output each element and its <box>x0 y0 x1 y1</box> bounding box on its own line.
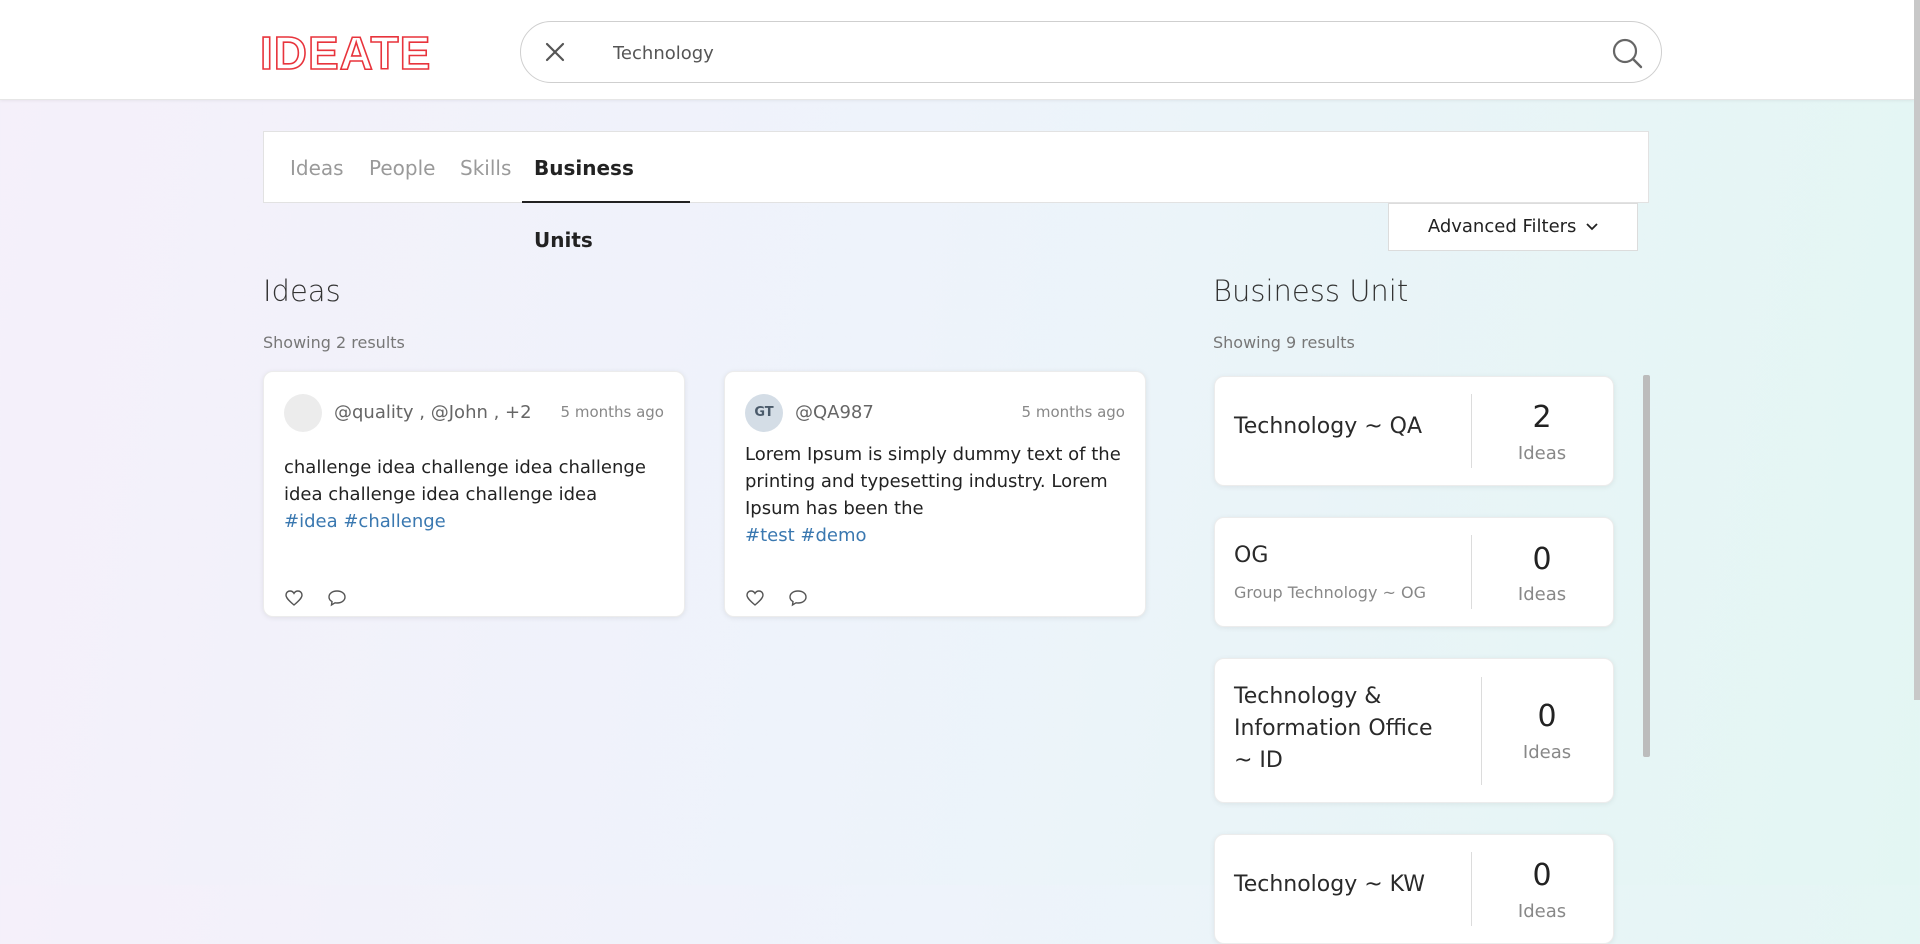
idea-author-handles[interactable]: @QA987 <box>795 402 874 423</box>
avatar: GT <box>745 394 783 432</box>
card-divider <box>1471 852 1472 926</box>
idea-card[interactable]: @quality , @John , +2 5 months ago chall… <box>263 371 685 617</box>
advanced-filters-label: Advanced Filters <box>1427 216 1577 237</box>
ideas-section-title: Ideas <box>263 274 341 308</box>
business-unit-idea-count: 0 <box>1532 858 1552 893</box>
business-unit-card[interactable]: Technology & Information Office ~ ID 0 I… <box>1214 658 1614 803</box>
comment-icon[interactable] <box>788 588 808 608</box>
business-unit-idea-label: Ideas <box>1517 443 1567 464</box>
idea-text: challenge idea challenge idea challenge … <box>284 457 646 505</box>
top-header: IDEATE <box>0 0 1914 100</box>
business-unit-name: Technology & Information Office ~ ID <box>1234 684 1433 773</box>
comment-icon[interactable] <box>327 588 347 608</box>
business-unit-idea-label: Ideas <box>1517 584 1567 605</box>
tab-ideas[interactable]: Ideas <box>290 132 344 203</box>
idea-text: Lorem Ipsum is simply dummy text of the … <box>745 444 1121 519</box>
business-unit-card[interactable]: Technology ~ KW 0 Ideas <box>1214 834 1614 944</box>
tab-skills[interactable]: Skills <box>460 132 511 203</box>
chevron-down-icon <box>1586 223 1598 231</box>
avatar <box>284 394 322 432</box>
advanced-filters-button[interactable]: Advanced Filters <box>1388 203 1638 251</box>
business-unit-name: OG <box>1234 543 1269 568</box>
close-icon[interactable] <box>539 36 571 68</box>
search-icon[interactable] <box>1609 35 1645 71</box>
business-unit-name: Technology ~ QA <box>1234 414 1423 439</box>
business-unit-name: Technology ~ KW <box>1234 872 1426 897</box>
search-tabs: Ideas People Skills Business Units <box>263 131 1649 252</box>
search-bar <box>520 21 1662 83</box>
business-unit-subtitle: Group Technology ~ OG <box>1234 583 1426 602</box>
heart-icon[interactable] <box>284 588 304 608</box>
idea-body: Lorem Ipsum is simply dummy text of the … <box>745 441 1125 549</box>
business-unit-idea-count: 0 <box>1537 699 1557 734</box>
business-unit-idea-count: 2 <box>1532 400 1552 435</box>
tab-business-units[interactable]: Business Units <box>522 132 690 252</box>
idea-tags[interactable]: #test #demo <box>745 522 1125 549</box>
page-scrollbar[interactable] <box>1914 0 1920 700</box>
business-unit-idea-label: Ideas <box>1517 901 1567 922</box>
idea-card[interactable]: GT @QA987 5 months ago Lorem Ipsum is si… <box>724 371 1146 617</box>
idea-tags[interactable]: #idea #challenge <box>284 508 674 535</box>
business-unit-idea-count: 0 <box>1532 542 1552 577</box>
card-divider <box>1471 394 1472 468</box>
idea-author-handles[interactable]: @quality , @John , +2 <box>334 402 532 423</box>
idea-timestamp: 5 months ago <box>560 403 664 421</box>
business-unit-scrollbar[interactable] <box>1643 375 1650 757</box>
idea-timestamp: 5 months ago <box>1021 403 1125 421</box>
ideas-result-count: Showing 2 results <box>263 333 405 352</box>
business-unit-card[interactable]: Technology ~ QA 2 Ideas <box>1214 376 1614 486</box>
business-unit-result-count: Showing 9 results <box>1213 333 1355 352</box>
business-unit-section-title: Business Unit <box>1213 274 1409 308</box>
search-input[interactable] <box>611 34 1515 72</box>
card-divider <box>1471 535 1472 609</box>
idea-body: challenge idea challenge idea challenge … <box>284 454 674 535</box>
business-unit-idea-label: Ideas <box>1522 742 1572 763</box>
business-unit-card[interactable]: OG Group Technology ~ OG 0 Ideas <box>1214 517 1614 627</box>
ideate-logo[interactable]: IDEATE <box>259 27 431 79</box>
heart-icon[interactable] <box>745 588 765 608</box>
tab-people[interactable]: People <box>369 132 435 203</box>
